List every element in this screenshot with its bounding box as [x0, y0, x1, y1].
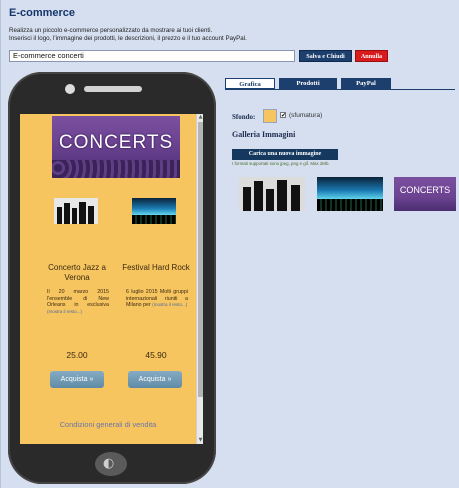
product-title-2: Festival Hard Rock	[122, 263, 190, 272]
save-and-close-button[interactable]: Salva e Chiudi	[299, 50, 352, 62]
silhouette	[266, 189, 274, 211]
silhouette	[88, 206, 94, 224]
tab-grafica[interactable]: Grafica	[225, 78, 275, 89]
ecommerce-name-input[interactable]: E-commerce concerti	[9, 50, 295, 62]
silhouette	[72, 208, 77, 224]
terms-of-sale-link[interactable]: Condizioni generali di vendita	[20, 420, 196, 429]
phone-camera-icon	[65, 84, 75, 94]
logo-crowd-graphic	[52, 160, 180, 178]
scroll-up-arrow-icon[interactable]: ▲	[197, 114, 203, 121]
gradient-checkbox[interactable]: ✔	[280, 112, 287, 119]
page-description: Realizza un piccolo e-commerce personali…	[9, 27, 339, 43]
silhouette	[254, 181, 263, 211]
phone-scrollbar[interactable]: ▲ ▼	[196, 114, 203, 444]
silhouette	[277, 180, 287, 211]
product-title-1: Concerto Jazz a Verona	[48, 263, 106, 282]
silhouette	[64, 203, 70, 224]
concert-crowd-graphic	[317, 199, 383, 211]
product-description-1: Il 20 marzo 2015 l'ensemble di New Orlea…	[47, 289, 109, 315]
show-more-link[interactable]: (mostra il resto...)	[152, 302, 187, 307]
app-frame: E-commerce Realizza un piccolo e-commerc…	[0, 0, 459, 488]
tab-paypal[interactable]: PayPal	[341, 78, 391, 89]
silhouette	[243, 187, 251, 211]
product-description-text: Il 20 marzo 2015 l'ensemble di New Orlea…	[47, 289, 109, 309]
scroll-down-arrow-icon[interactable]: ▼	[197, 437, 203, 444]
cancel-button[interactable]: Annulla	[355, 50, 388, 62]
concert-crowd-graphic	[132, 215, 176, 224]
supported-formats-note: I formati supportati sono jpeg, png e gi…	[232, 161, 330, 166]
silhouette	[79, 202, 86, 224]
upload-image-button[interactable]: Carica una nuova immagine	[232, 149, 338, 160]
thumbnail-logo-text: CONCERTS	[399, 185, 451, 195]
tab-prodotti[interactable]: Prodotti	[279, 78, 337, 89]
store-logo-text: CONCERTS	[58, 132, 174, 153]
product-image-jazz	[54, 198, 98, 224]
gallery-thumbnail-jazz[interactable]	[239, 177, 305, 211]
show-more-link[interactable]: (mostra il resto...)	[47, 309, 82, 314]
description-line-1: Realizza un piccolo e-commerce personali…	[9, 27, 213, 34]
product-price-2: 45.90	[145, 350, 167, 360]
tab-underline	[225, 89, 455, 90]
phone-preview: CONCERTS Concerto Jazz a Verona Festival…	[8, 72, 216, 484]
buy-button-1[interactable]: Acquista »	[50, 371, 104, 388]
product-image-rock	[132, 198, 176, 224]
silhouette	[291, 185, 300, 211]
gallery-thumbnail-rock[interactable]	[317, 177, 383, 211]
page-title: E-commerce	[9, 7, 76, 19]
scrollbar-thumb[interactable]	[198, 122, 203, 397]
gallery-title: Galleria Immagini	[232, 130, 296, 139]
product-price-1: 25.00	[66, 350, 88, 360]
background-color-picker[interactable]	[263, 109, 277, 123]
buy-button-2[interactable]: Acquista »	[128, 371, 182, 388]
phone-speaker-icon	[84, 86, 142, 92]
silhouette	[57, 207, 62, 224]
product-description-2: 6 luglio 2015 Molti gruppi internazional…	[126, 289, 188, 309]
gallery-thumbnail-logo[interactable]: CONCERTS	[394, 177, 456, 211]
store-logo-image: CONCERTS	[52, 116, 180, 178]
gradient-label: (sfumatura)	[289, 112, 323, 119]
phone-screen: CONCERTS Concerto Jazz a Verona Festival…	[20, 114, 203, 444]
checkmark-icon: ✔	[281, 112, 287, 119]
home-button-icon: ◐	[95, 452, 127, 476]
background-label: Sfondo:	[232, 113, 256, 121]
home-glyph-icon: ◐	[103, 456, 115, 471]
description-line-2: Inserisci il logo, l'immagine dei prodot…	[9, 35, 247, 42]
